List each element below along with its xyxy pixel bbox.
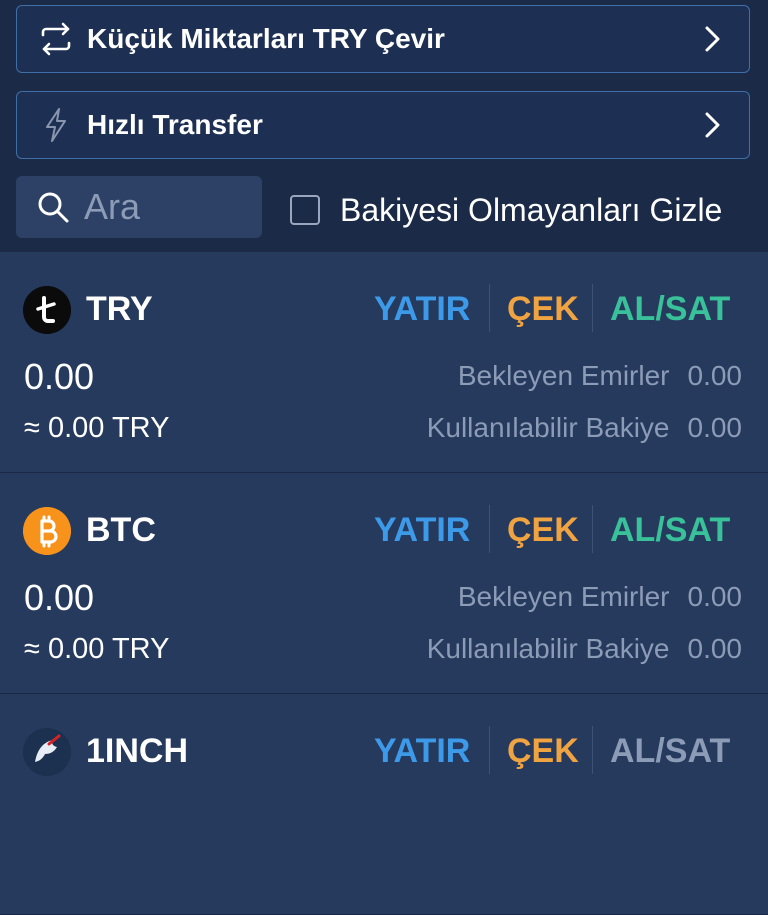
- trade-button[interactable]: AL/SAT: [610, 511, 730, 550]
- chevron-right-icon: [705, 112, 720, 138]
- coin-card-1inch: 1INCH YATIR ÇEK AL/SAT: [0, 694, 768, 915]
- search-icon: [38, 192, 69, 223]
- divider: [489, 284, 490, 332]
- coin-symbol: BTC: [86, 511, 156, 549]
- available-balance-label: Kullanılabilir Bakiye: [426, 412, 670, 443]
- hide-zero-balance-toggle[interactable]: Bakiyesi Olmayanları Gizle: [290, 190, 722, 230]
- deposit-button[interactable]: YATIR: [374, 732, 470, 771]
- available-balance-value: 0.00: [687, 412, 743, 443]
- available-balance-value: 0.00: [687, 633, 743, 664]
- withdraw-button[interactable]: ÇEK: [507, 290, 579, 329]
- top-controls: Küçük Miktarları TRY Çevir Hızlı Transfe…: [0, 0, 768, 252]
- chevron-right-icon: [705, 26, 720, 52]
- available-balance: Kullanılabilir Bakiye 0.00: [427, 412, 742, 444]
- coin-card-btc: BTC YATIR ÇEK AL/SAT 0.00 ≈ 0.00 TRY Bek…: [0, 473, 768, 694]
- divider: [489, 505, 490, 553]
- hide-zero-checkbox[interactable]: [290, 195, 320, 225]
- 1inch-logo-icon: [23, 728, 71, 776]
- lightning-icon: [39, 108, 73, 142]
- deposit-button[interactable]: YATIR: [374, 511, 470, 550]
- deposit-button[interactable]: YATIR: [374, 290, 470, 329]
- divider: [592, 505, 593, 553]
- pending-orders-value: 0.00: [687, 581, 743, 612]
- swap-arrows-icon: [39, 22, 73, 56]
- available-balance-label: Kullanılabilir Bakiye: [426, 633, 670, 664]
- search-box[interactable]: [16, 176, 262, 238]
- coin-card-try: TRY YATIR ÇEK AL/SAT 0.00 ≈ 0.00 TRY Bek…: [0, 252, 768, 473]
- divider: [489, 726, 490, 774]
- pending-orders-label: Bekleyen Emirler: [457, 581, 670, 612]
- coin-try-equivalent: ≈ 0.00 TRY: [24, 412, 170, 444]
- fast-transfer-button[interactable]: Hızlı Transfer: [16, 91, 750, 159]
- coin-balance: 0.00: [24, 577, 95, 618]
- pending-orders-value: 0.00: [687, 360, 743, 391]
- withdraw-button[interactable]: ÇEK: [507, 511, 579, 550]
- pending-orders: Bekleyen Emirler 0.00: [458, 581, 742, 613]
- coin-symbol: 1INCH: [86, 732, 189, 770]
- trade-button-disabled[interactable]: AL/SAT: [610, 732, 730, 771]
- coin-list: TRY YATIR ÇEK AL/SAT 0.00 ≈ 0.00 TRY Bek…: [0, 252, 768, 915]
- trade-button[interactable]: AL/SAT: [610, 290, 730, 329]
- search-input[interactable]: [84, 184, 254, 230]
- convert-small-amounts-button[interactable]: Küçük Miktarları TRY Çevir: [16, 5, 750, 73]
- divider: [592, 284, 593, 332]
- coin-balance: 0.00: [24, 356, 95, 397]
- try-logo-icon: [23, 286, 71, 334]
- withdraw-button[interactable]: ÇEK: [507, 732, 579, 771]
- coin-try-equivalent: ≈ 0.00 TRY: [24, 633, 170, 665]
- bitcoin-logo-icon: [23, 507, 71, 555]
- available-balance: Kullanılabilir Bakiye 0.00: [427, 633, 742, 665]
- fast-transfer-label: Hızlı Transfer: [87, 109, 263, 140]
- pending-orders-label: Bekleyen Emirler: [457, 360, 670, 391]
- coin-symbol: TRY: [86, 290, 153, 328]
- hide-zero-label: Bakiyesi Olmayanları Gizle: [340, 191, 723, 228]
- divider: [592, 726, 593, 774]
- convert-small-amounts-label: Küçük Miktarları TRY Çevir: [87, 23, 445, 54]
- pending-orders: Bekleyen Emirler 0.00: [458, 360, 742, 392]
